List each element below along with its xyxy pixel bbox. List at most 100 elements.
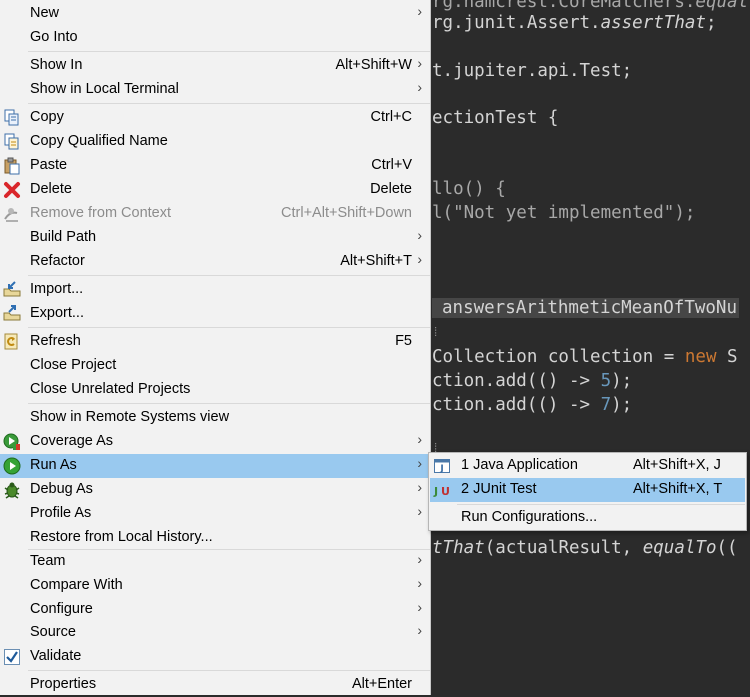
menu-item-debug-as[interactable]: Debug As › <box>0 478 430 502</box>
menu-item-label: Refresh <box>30 333 81 349</box>
menu-separator <box>28 103 430 104</box>
code-line: ction.add(() -> 5); <box>432 371 633 391</box>
import-icon <box>3 281 21 297</box>
submenu-arrow-icon: › <box>417 55 422 71</box>
menu-item-label: Build Path <box>30 229 97 245</box>
menu-separator <box>457 504 745 505</box>
menu-item-label: Show In <box>30 57 83 73</box>
menu-item-label: Close Unrelated Projects <box>30 381 191 397</box>
submenu-item-label: 2 JUnit Test <box>461 481 537 497</box>
menu-item-shortcut: Ctrl+C <box>370 109 413 125</box>
menu-item-remove-from-context[interactable]: Remove from Context Ctrl+Alt+Shift+Down <box>0 202 430 226</box>
menu-item-configure[interactable]: Configure › <box>0 598 430 622</box>
menu-item-show-in-local-terminal[interactable]: Show in Local Terminal › <box>0 78 430 102</box>
menu-item-show-in[interactable]: Show In Alt+Shift+W › <box>0 54 430 78</box>
refresh-icon <box>4 333 18 350</box>
menu-item-label: Go Into <box>30 29 78 45</box>
java-application-icon: J <box>434 459 450 474</box>
menu-item-label: Copy Qualified Name <box>30 133 168 149</box>
menu-item-label: Compare With <box>30 577 123 593</box>
menu-item-profile-as[interactable]: Profile As › <box>0 502 430 526</box>
menu-item-label: Run As <box>30 457 77 473</box>
menu-item-shortcut: Alt+Shift+T <box>340 253 412 269</box>
menu-item-compare-with[interactable]: Compare With › <box>0 574 430 598</box>
menu-item-shortcut: Delete <box>370 181 412 197</box>
menu-item-validate[interactable]: Validate <box>0 645 430 669</box>
menu-item-new[interactable]: New › <box>0 2 430 26</box>
menu-item-source[interactable]: Source › <box>0 621 430 645</box>
menu-item-close-project[interactable]: Close Project <box>0 354 430 378</box>
menu-item-label: Show in Remote Systems view <box>30 409 230 425</box>
menu-item-close-unrelated-projects[interactable]: Close Unrelated Projects <box>0 378 430 402</box>
submenu-item-run-configurations[interactable]: Run Configurations... <box>430 506 745 530</box>
menu-item-delete[interactable]: Delete Delete <box>0 178 430 202</box>
menu-item-restore-from-local-history[interactable]: Restore from Local History... <box>0 526 430 550</box>
menu-item-build-path[interactable]: Build Path › <box>0 226 430 250</box>
menu-separator <box>28 51 430 52</box>
menu-item-label: Copy <box>30 109 64 125</box>
submenu-item-java-application[interactable]: J 1 Java Application Alt+Shift+X, J <box>430 454 745 478</box>
submenu-arrow-icon: › <box>417 479 422 495</box>
menu-item-copy[interactable]: Copy Ctrl+C <box>0 106 430 130</box>
code-line: l("Not yet implemented"); <box>432 203 696 223</box>
submenu-arrow-icon: › <box>417 455 422 471</box>
code-line: tThat(actualResult, equalTo(( <box>432 538 738 558</box>
menu-item-label: New <box>30 5 60 21</box>
paste-icon <box>4 157 20 175</box>
remove-context-icon <box>4 208 18 222</box>
menu-item-paste[interactable]: Paste Ctrl+V <box>0 154 430 178</box>
submenu-arrow-icon: › <box>417 227 422 243</box>
coverage-icon <box>3 433 20 450</box>
menu-item-import[interactable]: Import... <box>0 278 430 302</box>
menu-item-refresh[interactable]: Refresh F5 <box>0 330 430 354</box>
menu-item-coverage-as[interactable]: Coverage As › <box>0 430 430 454</box>
code-line: Collection collection = new S <box>432 347 738 367</box>
submenu-arrow-icon: › <box>417 622 422 638</box>
menu-item-label: Source <box>30 624 76 640</box>
menu-item-label: Export... <box>30 305 84 321</box>
run-icon <box>3 457 21 475</box>
menu-item-label: Configure <box>30 601 93 617</box>
menu-item-refactor[interactable]: Refactor Alt+Shift+T › <box>0 250 430 274</box>
menu-item-copy-qualified-name[interactable]: Copy Qualified Name <box>0 130 430 154</box>
menu-item-shortcut: Alt+Enter <box>351 676 412 692</box>
menu-item-label: Team <box>30 553 66 569</box>
menu-item-label: Debug As <box>30 481 93 497</box>
menu-item-properties[interactable]: Properties Alt+Enter <box>0 673 430 697</box>
menu-item-go-into[interactable]: Go Into <box>0 26 430 50</box>
menu-item-label: Refactor <box>30 253 85 269</box>
code-line: ectionTest { <box>432 108 559 128</box>
copy-icon <box>4 109 19 126</box>
submenu-item-junit-test[interactable]: JU 2 JUnit Test Alt+Shift+X, T <box>430 478 745 502</box>
menu-separator <box>28 670 430 671</box>
menu-item-label: Coverage As <box>30 433 114 449</box>
menu-item-label: Close Project <box>30 357 117 373</box>
fold-marker: ⁞ <box>432 325 440 339</box>
menu-item-label: Import... <box>30 281 84 297</box>
submenu-arrow-icon: › <box>417 599 422 615</box>
export-icon <box>3 305 21 321</box>
menu-item-label: Paste <box>30 157 68 173</box>
submenu-arrow-icon: › <box>417 251 422 267</box>
submenu-item-label: 1 Java Application <box>461 457 578 473</box>
menu-item-shortcut: Ctrl+Alt+Shift+Down <box>281 205 412 221</box>
menu-item-label: Properties <box>30 676 97 692</box>
submenu-arrow-icon: › <box>417 3 422 19</box>
submenu-arrow-icon: › <box>417 503 422 519</box>
menu-item-shortcut: F5 <box>395 333 412 349</box>
code-line: answersArithmeticMeanOfTwoNu <box>432 296 740 320</box>
submenu-item-shortcut: Alt+Shift+X, J <box>633 457 721 473</box>
code-line: llo() { <box>432 179 506 199</box>
menu-separator <box>28 275 430 276</box>
junit-icon: JU <box>433 485 450 498</box>
menu-item-export[interactable]: Export... <box>0 302 430 326</box>
menu-item-label: Remove from Context <box>30 205 172 221</box>
menu-item-run-as[interactable]: Run As › <box>0 454 430 478</box>
svg-text:J: J <box>433 485 438 498</box>
menu-item-label: Delete <box>30 181 72 197</box>
menu-item-team[interactable]: Team › <box>0 550 430 574</box>
menu-item-show-in-remote-systems-view[interactable]: Show in Remote Systems view <box>0 406 430 430</box>
menu-item-label: Profile As <box>30 505 92 521</box>
copy-qualified-name-icon <box>4 133 19 150</box>
context-menu: New › Go Into Show In Alt+Shift+W › Show… <box>0 0 431 695</box>
